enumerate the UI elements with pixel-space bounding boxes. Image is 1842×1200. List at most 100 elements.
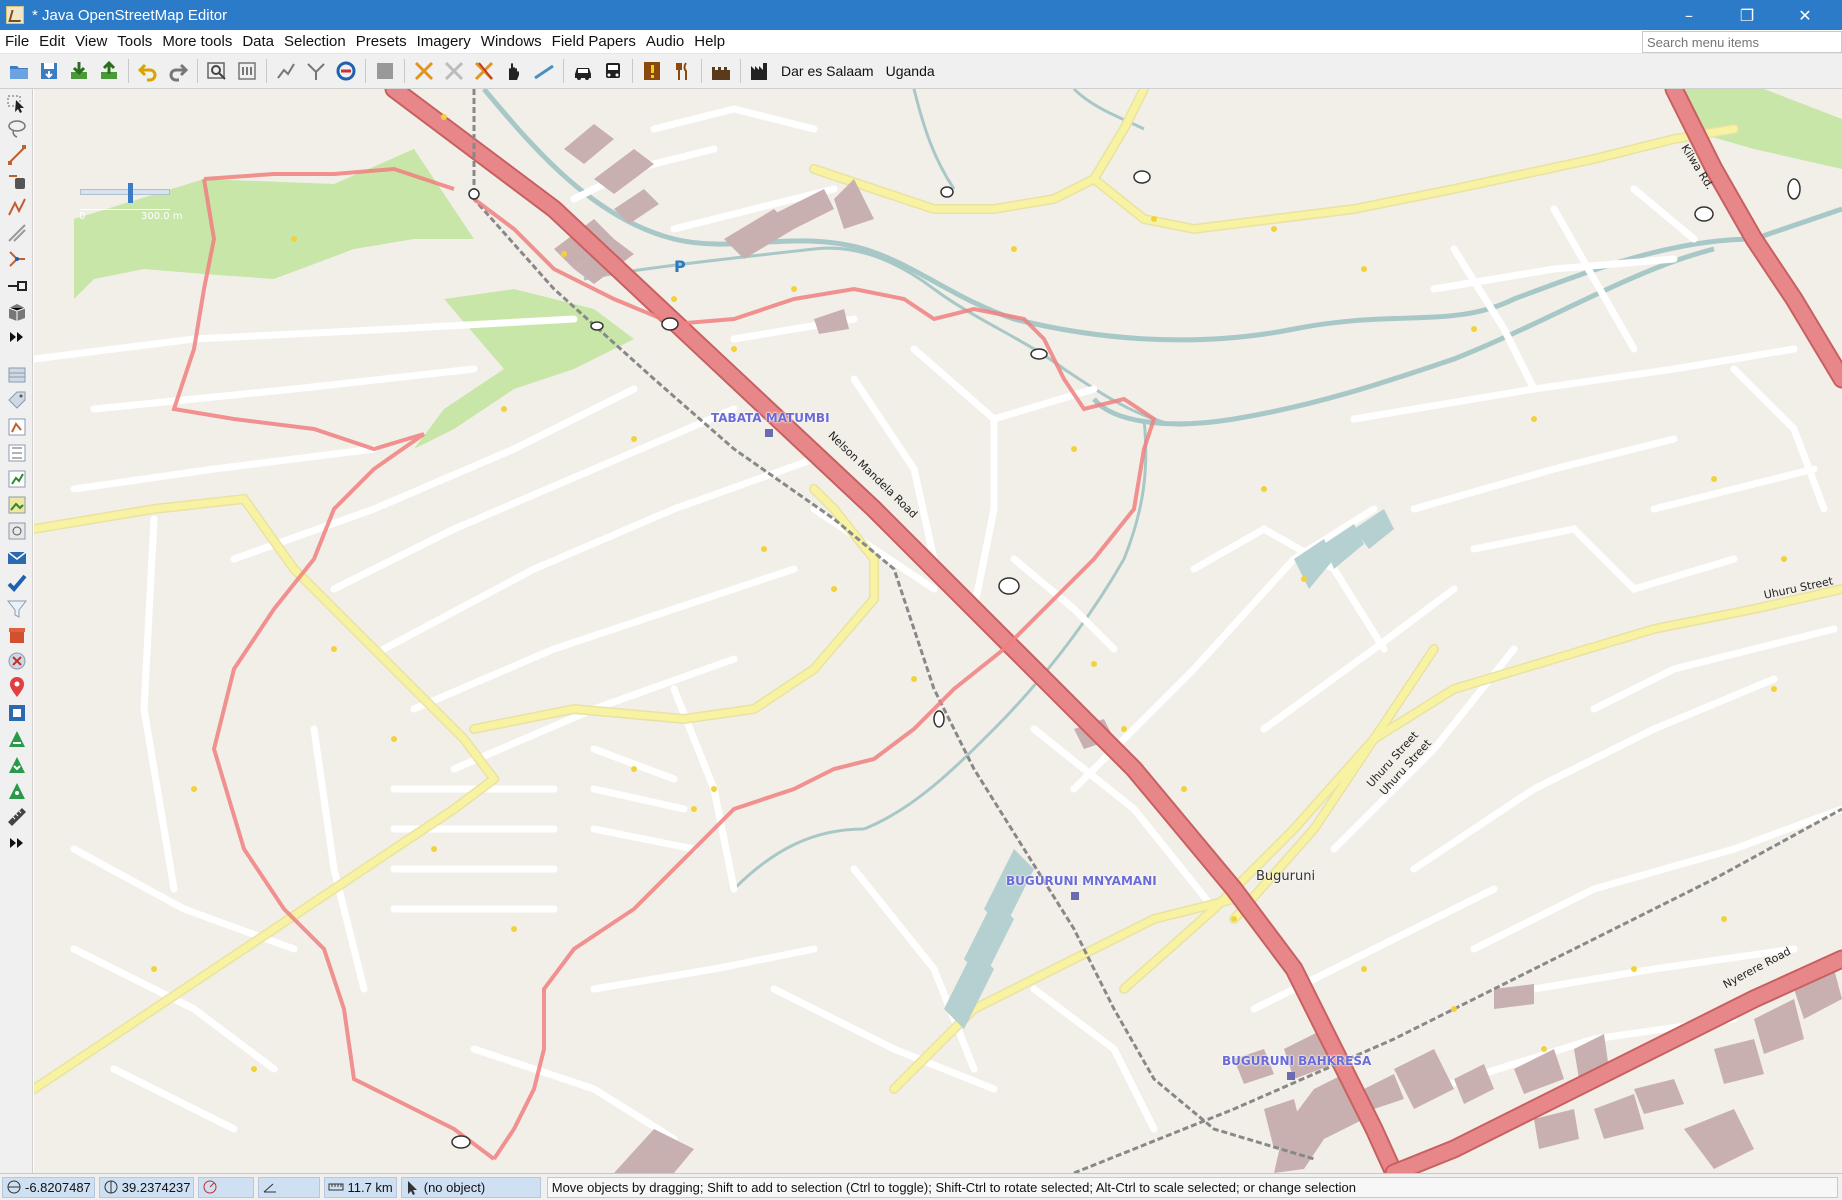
menu-file[interactable]: File <box>0 31 34 53</box>
menu-imagery[interactable]: Imagery <box>412 31 476 53</box>
heading-icon <box>202 1179 218 1195</box>
zoom-slider[interactable] <box>80 189 170 195</box>
reverse-way-icon[interactable] <box>334 59 358 83</box>
toolbar-separator <box>404 59 405 83</box>
waypoint-layer-icon[interactable] <box>4 779 30 803</box>
warning-preset-icon[interactable] <box>640 59 664 83</box>
building-mode-icon[interactable] <box>4 299 30 323</box>
gps-track-icon[interactable] <box>4 727 30 751</box>
orthogonalize-icon[interactable] <box>442 59 466 83</box>
notes-panel-icon[interactable] <box>4 675 30 699</box>
preferences-icon[interactable] <box>235 59 259 83</box>
menu-search-input[interactable] <box>1642 31 1842 53</box>
status-bar: -6.8207487 39.2374237 11.7 km (no object… <box>0 1173 1842 1200</box>
industrial-preset-icon[interactable] <box>748 59 772 83</box>
status-message: Move objects by dragging; Shift to add t… <box>546 1176 1838 1198</box>
scale-start-label: 0 <box>79 211 86 222</box>
toolbar-separator <box>266 59 267 83</box>
map-canvas[interactable] <box>34 89 1842 1173</box>
upload-icon[interactable] <box>97 59 121 83</box>
menu-selection[interactable]: Selection <box>279 31 351 53</box>
object-value: (no object) <box>423 1179 486 1195</box>
improve-way-icon[interactable] <box>4 195 30 219</box>
author-panel-icon[interactable] <box>4 623 30 647</box>
tags-panel-icon[interactable] <box>4 389 30 413</box>
validator-panel-icon[interactable] <box>4 571 30 595</box>
relation-list-icon[interactable] <box>4 441 30 465</box>
selection-list-icon[interactable] <box>4 415 30 439</box>
imagery-panel-icon[interactable] <box>4 493 30 517</box>
conflict-panel-icon[interactable] <box>4 649 30 673</box>
align-circle-icon[interactable] <box>412 59 436 83</box>
ruler-icon <box>328 1179 344 1195</box>
more-modes-icon[interactable] <box>4 325 30 349</box>
menu-edit[interactable]: Edit <box>34 31 70 53</box>
layer-grey-icon[interactable] <box>373 59 397 83</box>
undo-icon[interactable] <box>136 59 160 83</box>
menu-data[interactable]: Data <box>237 31 279 53</box>
parallel-mode-icon[interactable] <box>4 221 30 245</box>
minimize-button[interactable]: – <box>1660 0 1718 30</box>
zoom-to-data-icon[interactable] <box>205 59 229 83</box>
redo-icon[interactable] <box>166 59 190 83</box>
split-way-icon[interactable] <box>274 59 298 83</box>
download-icon[interactable] <box>67 59 91 83</box>
restaurant-preset-icon[interactable] <box>670 59 694 83</box>
combine-way-icon[interactable] <box>304 59 328 83</box>
bus-preset-icon[interactable] <box>601 59 625 83</box>
josm-app-icon <box>6 6 24 24</box>
save-icon[interactable] <box>37 59 61 83</box>
car-preset-icon[interactable] <box>571 59 595 83</box>
title-bar: * Java OpenStreetMap Editor – ❐ ✕ <box>0 0 1842 30</box>
gpx-layer-icon[interactable] <box>4 753 30 777</box>
close-button[interactable]: ✕ <box>1776 0 1834 30</box>
scale-end-label: 300.0 m <box>141 211 183 222</box>
longitude-value: 39.2374237 <box>121 1179 191 1195</box>
station-label: BUGURUNI MNYAMANI <box>1006 874 1157 888</box>
menu-presets[interactable]: Presets <box>351 31 412 53</box>
history-panel-icon[interactable] <box>4 467 30 491</box>
open-file-icon[interactable] <box>7 59 31 83</box>
filter-panel-icon[interactable] <box>4 597 30 621</box>
river <box>732 827 865 891</box>
map-view[interactable]: 0 300.0 m TABATA MATUMBI BUGURUNI MNYAMA… <box>34 89 1842 1173</box>
cursor-icon <box>405 1179 421 1195</box>
castle-preset-icon[interactable] <box>709 59 733 83</box>
menu-tools[interactable]: Tools <box>112 31 157 53</box>
layers-panel-icon[interactable] <box>4 363 30 387</box>
toolbar-separator <box>563 59 564 83</box>
menu-audio[interactable]: Audio <box>641 31 689 53</box>
toolbar-separator <box>197 59 198 83</box>
simplify-way-icon[interactable] <box>472 59 496 83</box>
draw-line-icon[interactable] <box>532 59 556 83</box>
preset-dar-es-salaam[interactable]: Dar es Salaam <box>781 63 874 79</box>
lasso-mode-icon[interactable] <box>4 117 30 141</box>
extrude-mode-icon[interactable] <box>4 247 30 271</box>
window-title: * Java OpenStreetMap Editor <box>32 6 228 24</box>
menu-windows[interactable]: Windows <box>476 31 547 53</box>
preset-uganda[interactable]: Uganda <box>886 63 935 79</box>
menu-field-papers[interactable]: Field Papers <box>547 31 641 53</box>
station-label: TABATA MATUMBI <box>711 411 830 425</box>
measurement-icon[interactable] <box>4 805 30 829</box>
zoom-slider-handle[interactable] <box>128 183 133 203</box>
menu-more-tools[interactable]: More tools <box>157 31 237 53</box>
minimap-panel-icon[interactable] <box>4 701 30 725</box>
changeset-panel-icon[interactable] <box>4 545 30 569</box>
hand-icon[interactable] <box>502 59 526 83</box>
menu-bar: File Edit View Tools More tools Data Sel… <box>0 30 1842 54</box>
toolbar-separator <box>740 59 741 83</box>
restore-button[interactable]: ❐ <box>1718 0 1776 30</box>
menu-help[interactable]: Help <box>689 31 730 53</box>
distance-value: 11.7 km <box>347 1179 393 1195</box>
angle-icon <box>262 1179 278 1195</box>
map-paint-icon[interactable] <box>4 519 30 543</box>
river <box>1092 246 1715 427</box>
zoom-mode-icon[interactable] <box>4 169 30 193</box>
draw-mode-icon[interactable] <box>4 143 30 167</box>
more-panels-icon[interactable] <box>4 831 30 855</box>
select-mode-icon[interactable] <box>4 91 30 115</box>
river <box>482 89 1842 343</box>
connect-mode-icon[interactable] <box>4 273 30 297</box>
menu-view[interactable]: View <box>70 31 112 53</box>
